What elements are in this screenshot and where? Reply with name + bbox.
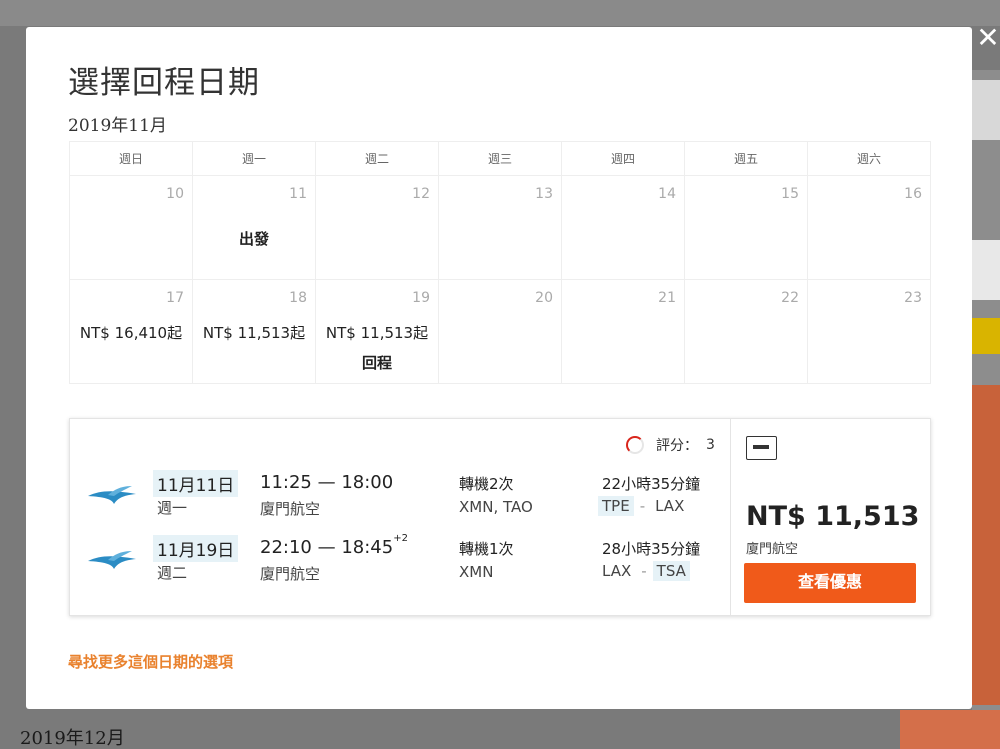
view-deal-button[interactable]: 查看優惠 bbox=[744, 563, 916, 603]
background-next-month: 2019年12月 bbox=[20, 728, 125, 749]
calendar-day[interactable]: 18 NT$ 11,513起 bbox=[192, 279, 316, 384]
background-ad bbox=[972, 80, 1000, 140]
rating-value: 3 bbox=[706, 437, 715, 453]
calendar-day-return[interactable]: 19 NT$ 11,513起 回程 bbox=[315, 279, 439, 384]
background-ad bbox=[972, 318, 1000, 354]
background-ad bbox=[972, 240, 1000, 300]
calendar-day[interactable]: 17 NT$ 16,410起 bbox=[69, 279, 193, 384]
close-icon[interactable]: ✕ bbox=[974, 24, 1000, 52]
calendar-day[interactable]: 16 bbox=[807, 175, 931, 280]
flight-result-card[interactable]: 評分： 3 11月11日 週一 11:25 — 18:00 廈門航空 轉機2次 … bbox=[69, 418, 931, 616]
weekday-header: 週六 bbox=[807, 141, 931, 176]
leg-weekday: 週一 bbox=[157, 499, 188, 517]
leg-via: XMN, TAO bbox=[459, 498, 533, 516]
origin-airport: TPE bbox=[598, 496, 634, 516]
calendar-day[interactable]: 12 bbox=[315, 175, 439, 280]
leg-airline: 廈門航空 bbox=[260, 565, 321, 583]
leg-date: 11月19日 bbox=[153, 535, 239, 562]
return-date-modal: 選擇回程日期 2019年11月 週日 週一 週二 週三 週四 週五 週六 10 … bbox=[26, 27, 972, 709]
day-number: 14 bbox=[658, 186, 676, 202]
origin-airport: LAX bbox=[602, 562, 632, 580]
day-number: 17 bbox=[166, 290, 184, 306]
calendar-day[interactable]: 10 bbox=[69, 175, 193, 280]
calendar-day[interactable]: 21 bbox=[561, 279, 685, 384]
flight-leg-outbound: 11月11日 週一 11:25 — 18:00 廈門航空 轉機2次 XMN, T… bbox=[70, 470, 730, 520]
calendar-day[interactable]: 20 bbox=[438, 279, 562, 384]
day-number: 13 bbox=[535, 186, 553, 202]
rating-label: 評分： bbox=[656, 438, 698, 454]
leg-date: 11月11日 bbox=[153, 470, 239, 497]
leg-airline: 廈門航空 bbox=[260, 500, 321, 518]
background-ad bbox=[972, 385, 1000, 705]
flight-leg-return: 11月19日 週二 22:10 — 18:45+2 廈門航空 轉機1次 XMN … bbox=[70, 533, 730, 585]
day-number: 23 bbox=[904, 290, 922, 306]
airline-logo-icon bbox=[88, 551, 136, 569]
calendar-day-departure[interactable]: 11 出發 bbox=[192, 175, 316, 280]
day-offset: +2 bbox=[393, 533, 408, 544]
destination-airport: TSA bbox=[652, 561, 690, 581]
weekday-header: 週日 bbox=[69, 141, 193, 176]
leg-weekday: 週二 bbox=[157, 564, 188, 582]
weekday-header: 週三 bbox=[438, 141, 562, 176]
leg-times: 11:25 — 18:00 bbox=[260, 472, 394, 493]
weekday-header: 週一 bbox=[192, 141, 316, 176]
leg-via: XMN bbox=[459, 563, 494, 581]
calendar-day[interactable]: 15 bbox=[684, 175, 808, 280]
modal-title: 選擇回程日期 bbox=[68, 65, 260, 101]
rating: 評分： 3 bbox=[626, 435, 715, 455]
day-price: NT$ 11,513起 bbox=[202, 324, 306, 342]
leg-times: 22:10 — 18:45+2 bbox=[260, 533, 408, 558]
price-airline: 廈門航空 bbox=[746, 542, 799, 557]
day-number: 11 bbox=[289, 186, 307, 202]
day-number: 16 bbox=[904, 186, 922, 202]
day-price: NT$ 16,410起 bbox=[79, 324, 183, 342]
destination-airport: LAX bbox=[655, 497, 685, 515]
route-separator: - bbox=[641, 562, 647, 580]
departure-tag: 出發 bbox=[238, 230, 269, 248]
return-tag: 回程 bbox=[361, 354, 392, 372]
day-price: NT$ 11,513起 bbox=[325, 324, 429, 342]
calendar-day[interactable]: 22 bbox=[684, 279, 808, 384]
ticket-icon bbox=[746, 436, 777, 460]
day-number: 12 bbox=[412, 186, 430, 202]
weekday-header: 週五 bbox=[684, 141, 808, 176]
rating-ring-icon bbox=[626, 436, 644, 454]
leg-duration: 28小時35分鐘 bbox=[602, 540, 701, 558]
weekday-header: 週二 bbox=[315, 141, 439, 176]
leg-route: TPE - LAX bbox=[598, 496, 688, 516]
calendar-day[interactable]: 13 bbox=[438, 175, 562, 280]
leg-route: LAX - TSA bbox=[598, 561, 690, 581]
calendar-day[interactable]: 23 bbox=[807, 279, 931, 384]
airline-logo-icon bbox=[88, 486, 136, 504]
day-number: 18 bbox=[289, 290, 307, 306]
day-number: 15 bbox=[781, 186, 799, 202]
leg-duration: 22小時35分鐘 bbox=[602, 475, 701, 493]
day-number: 10 bbox=[166, 186, 184, 202]
day-number: 19 bbox=[412, 290, 430, 306]
calendar-day[interactable]: 14 bbox=[561, 175, 685, 280]
day-number: 21 bbox=[658, 290, 676, 306]
day-number: 22 bbox=[781, 290, 799, 306]
total-price: NT$ 11,513 bbox=[746, 501, 920, 532]
card-divider bbox=[730, 419, 731, 615]
day-number: 20 bbox=[535, 290, 553, 306]
leg-stops: 轉機1次 bbox=[459, 540, 514, 558]
background-search-bar bbox=[0, 0, 1000, 26]
background-ad bbox=[900, 710, 1000, 749]
month-label: 2019年11月 bbox=[68, 116, 167, 136]
weekday-header: 週四 bbox=[561, 141, 685, 176]
leg-stops: 轉機2次 bbox=[459, 475, 514, 493]
more-options-link[interactable]: 尋找更多這個日期的選項 bbox=[68, 651, 233, 672]
calendar: 週日 週一 週二 週三 週四 週五 週六 10 11 出發 12 13 14 1… bbox=[69, 141, 931, 384]
route-separator: - bbox=[639, 497, 646, 515]
